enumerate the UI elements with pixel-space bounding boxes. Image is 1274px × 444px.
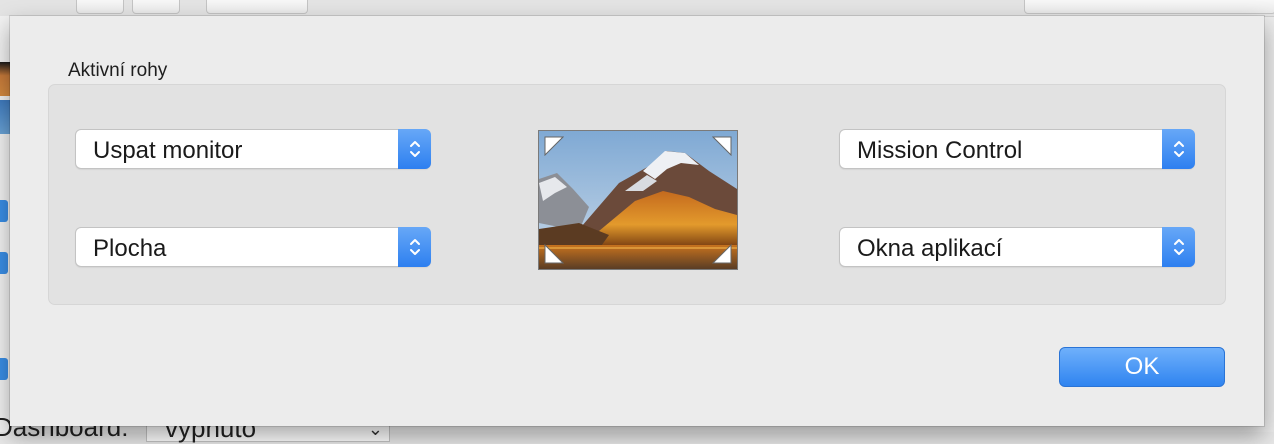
background-checkbox[interactable] bbox=[0, 200, 8, 222]
top-right-corner-popup[interactable]: Mission Control bbox=[839, 129, 1195, 169]
top-left-corner-value: Uspat monitor bbox=[93, 137, 243, 164]
corner-triangle-icon bbox=[712, 244, 732, 264]
corner-triangle-icon bbox=[544, 244, 564, 264]
section-title: Aktivní rohy bbox=[68, 60, 168, 81]
corner-triangle-icon bbox=[544, 136, 564, 156]
background-search-field[interactable] bbox=[1024, 0, 1274, 14]
background-thumbnail bbox=[0, 62, 10, 96]
background-checkbox[interactable] bbox=[0, 252, 8, 274]
ok-button[interactable]: OK bbox=[1059, 347, 1225, 387]
updown-chevron-icon bbox=[398, 227, 431, 267]
updown-chevron-icon bbox=[1162, 129, 1195, 169]
background-show-all-button[interactable] bbox=[206, 0, 308, 14]
desktop-preview-image bbox=[538, 130, 738, 270]
background-forward-button[interactable] bbox=[132, 0, 180, 14]
background-thumbnail bbox=[0, 100, 10, 134]
updown-chevron-icon bbox=[398, 129, 431, 169]
top-left-corner-popup[interactable]: Uspat monitor bbox=[75, 129, 431, 169]
bottom-right-corner-value: Okna aplikací bbox=[857, 235, 1003, 262]
top-right-corner-value: Mission Control bbox=[857, 137, 1023, 164]
mountain-landscape-picture bbox=[539, 131, 737, 269]
hot-corners-sheet: Aktivní rohy Uspat monitor Plocha Missio… bbox=[10, 16, 1264, 426]
background-toolbar bbox=[0, 0, 1274, 17]
background-checkbox[interactable] bbox=[0, 358, 8, 380]
bottom-right-corner-popup[interactable]: Okna aplikací bbox=[839, 227, 1195, 267]
background-back-button[interactable] bbox=[76, 0, 124, 14]
updown-chevron-icon bbox=[1162, 227, 1195, 267]
bottom-left-corner-popup[interactable]: Plocha bbox=[75, 227, 431, 267]
bottom-left-corner-value: Plocha bbox=[93, 235, 167, 262]
corner-triangle-icon bbox=[712, 136, 732, 156]
